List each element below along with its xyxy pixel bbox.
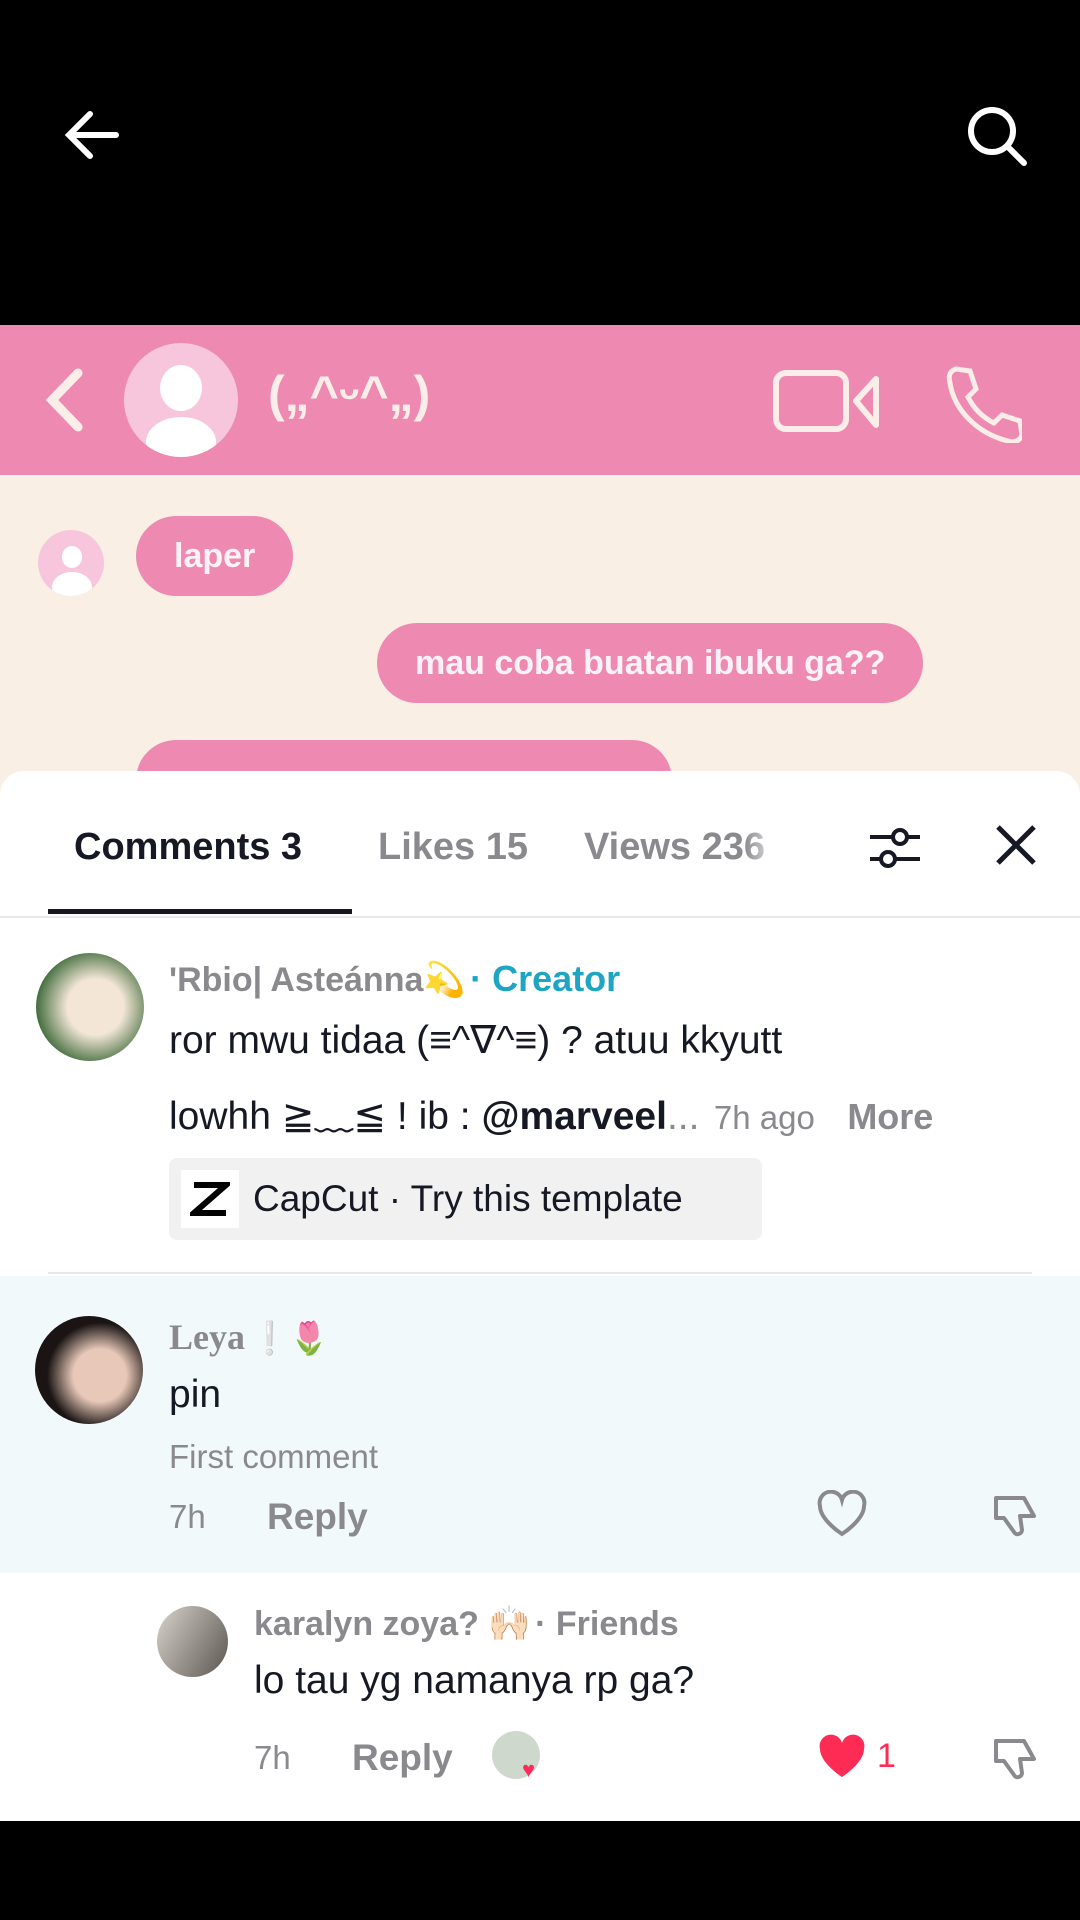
comment-author[interactable]: 'Rbio| Asteánna💫	[169, 961, 466, 999]
author-emoji: ❕🌷	[249, 1320, 330, 1356]
bottom-bar	[0, 1821, 1080, 1920]
message-bubble: laper	[136, 516, 294, 596]
divider	[0, 916, 1080, 918]
comments-sheet: Comments 3 Likes 15 Views 236 'Rbio| Ast…	[0, 771, 1080, 1821]
heart-icon: ♥	[522, 1757, 536, 1782]
comment-text: lowhh ≧﹏≦ ! ib :	[169, 1095, 482, 1138]
contact-name: („^ᵕ^„)	[268, 366, 431, 422]
friends-badge: · Friends	[535, 1605, 679, 1643]
dislike-icon[interactable]	[990, 1733, 1042, 1783]
back-button[interactable]	[62, 105, 122, 165]
like-count: 1	[877, 1737, 896, 1775]
comment-time: 7h	[169, 1498, 206, 1535]
reply-button[interactable]: Reply	[352, 1737, 453, 1779]
video-chat-header: („^ᵕ^„)	[0, 325, 1080, 475]
more-button[interactable]: More	[847, 1096, 933, 1137]
mention-link[interactable]: @marveel	[481, 1095, 666, 1138]
comment-author[interactable]: Leya	[169, 1317, 245, 1357]
search-button[interactable]	[964, 103, 1030, 169]
capcut-template-button[interactable]: CapCut · Try this template	[169, 1158, 762, 1240]
filter-icon[interactable]	[868, 823, 922, 873]
chevron-left-icon	[45, 368, 83, 432]
video-call-icon	[773, 370, 879, 432]
comment-time: 7h	[254, 1739, 291, 1776]
search-icon	[968, 107, 1027, 166]
ellipsis: ...	[666, 1095, 700, 1138]
active-tab-indicator	[48, 909, 352, 914]
divider	[48, 1272, 1032, 1274]
heart-filled-icon[interactable]	[816, 1733, 868, 1781]
phone-icon	[946, 366, 1022, 443]
reply-button[interactable]: Reply	[267, 1496, 368, 1538]
first-comment-label: First comment	[169, 1438, 379, 1475]
heart-icon[interactable]	[816, 1490, 868, 1538]
pinned-comment: Leya ❕🌷 pin First comment 7h Reply	[0, 1276, 1080, 1573]
capcut-icon	[181, 1170, 239, 1228]
avatar[interactable]	[157, 1606, 228, 1677]
template-label: CapCut · Try this template	[253, 1178, 683, 1219]
comment-author[interactable]: karalyn zoya? 🙌🏻	[254, 1605, 531, 1643]
comment-text: ror mwu tidaa (≡^∇^≡) ? atuu kkyutt	[169, 1019, 783, 1062]
tab-likes[interactable]: Likes 15	[378, 826, 528, 869]
comment-text: pin	[169, 1373, 222, 1416]
arrow-left-icon	[64, 111, 119, 159]
tab-views[interactable]: Views 236	[584, 826, 784, 869]
comment-text: lo tau yg namanya rp ga?	[254, 1659, 695, 1702]
contact-avatar	[124, 343, 238, 457]
close-icon[interactable]	[994, 823, 1038, 867]
message-bubble: mau coba buatan ibuku ga??	[377, 623, 924, 703]
dislike-icon[interactable]	[990, 1490, 1042, 1540]
creator-badge: · Creator	[470, 958, 621, 999]
comment-time: 7h ago	[713, 1099, 815, 1136]
tab-comments[interactable]: Comments 3	[74, 826, 302, 869]
sender-avatar	[38, 530, 104, 596]
avatar[interactable]	[36, 953, 144, 1061]
avatar[interactable]	[35, 1316, 143, 1424]
